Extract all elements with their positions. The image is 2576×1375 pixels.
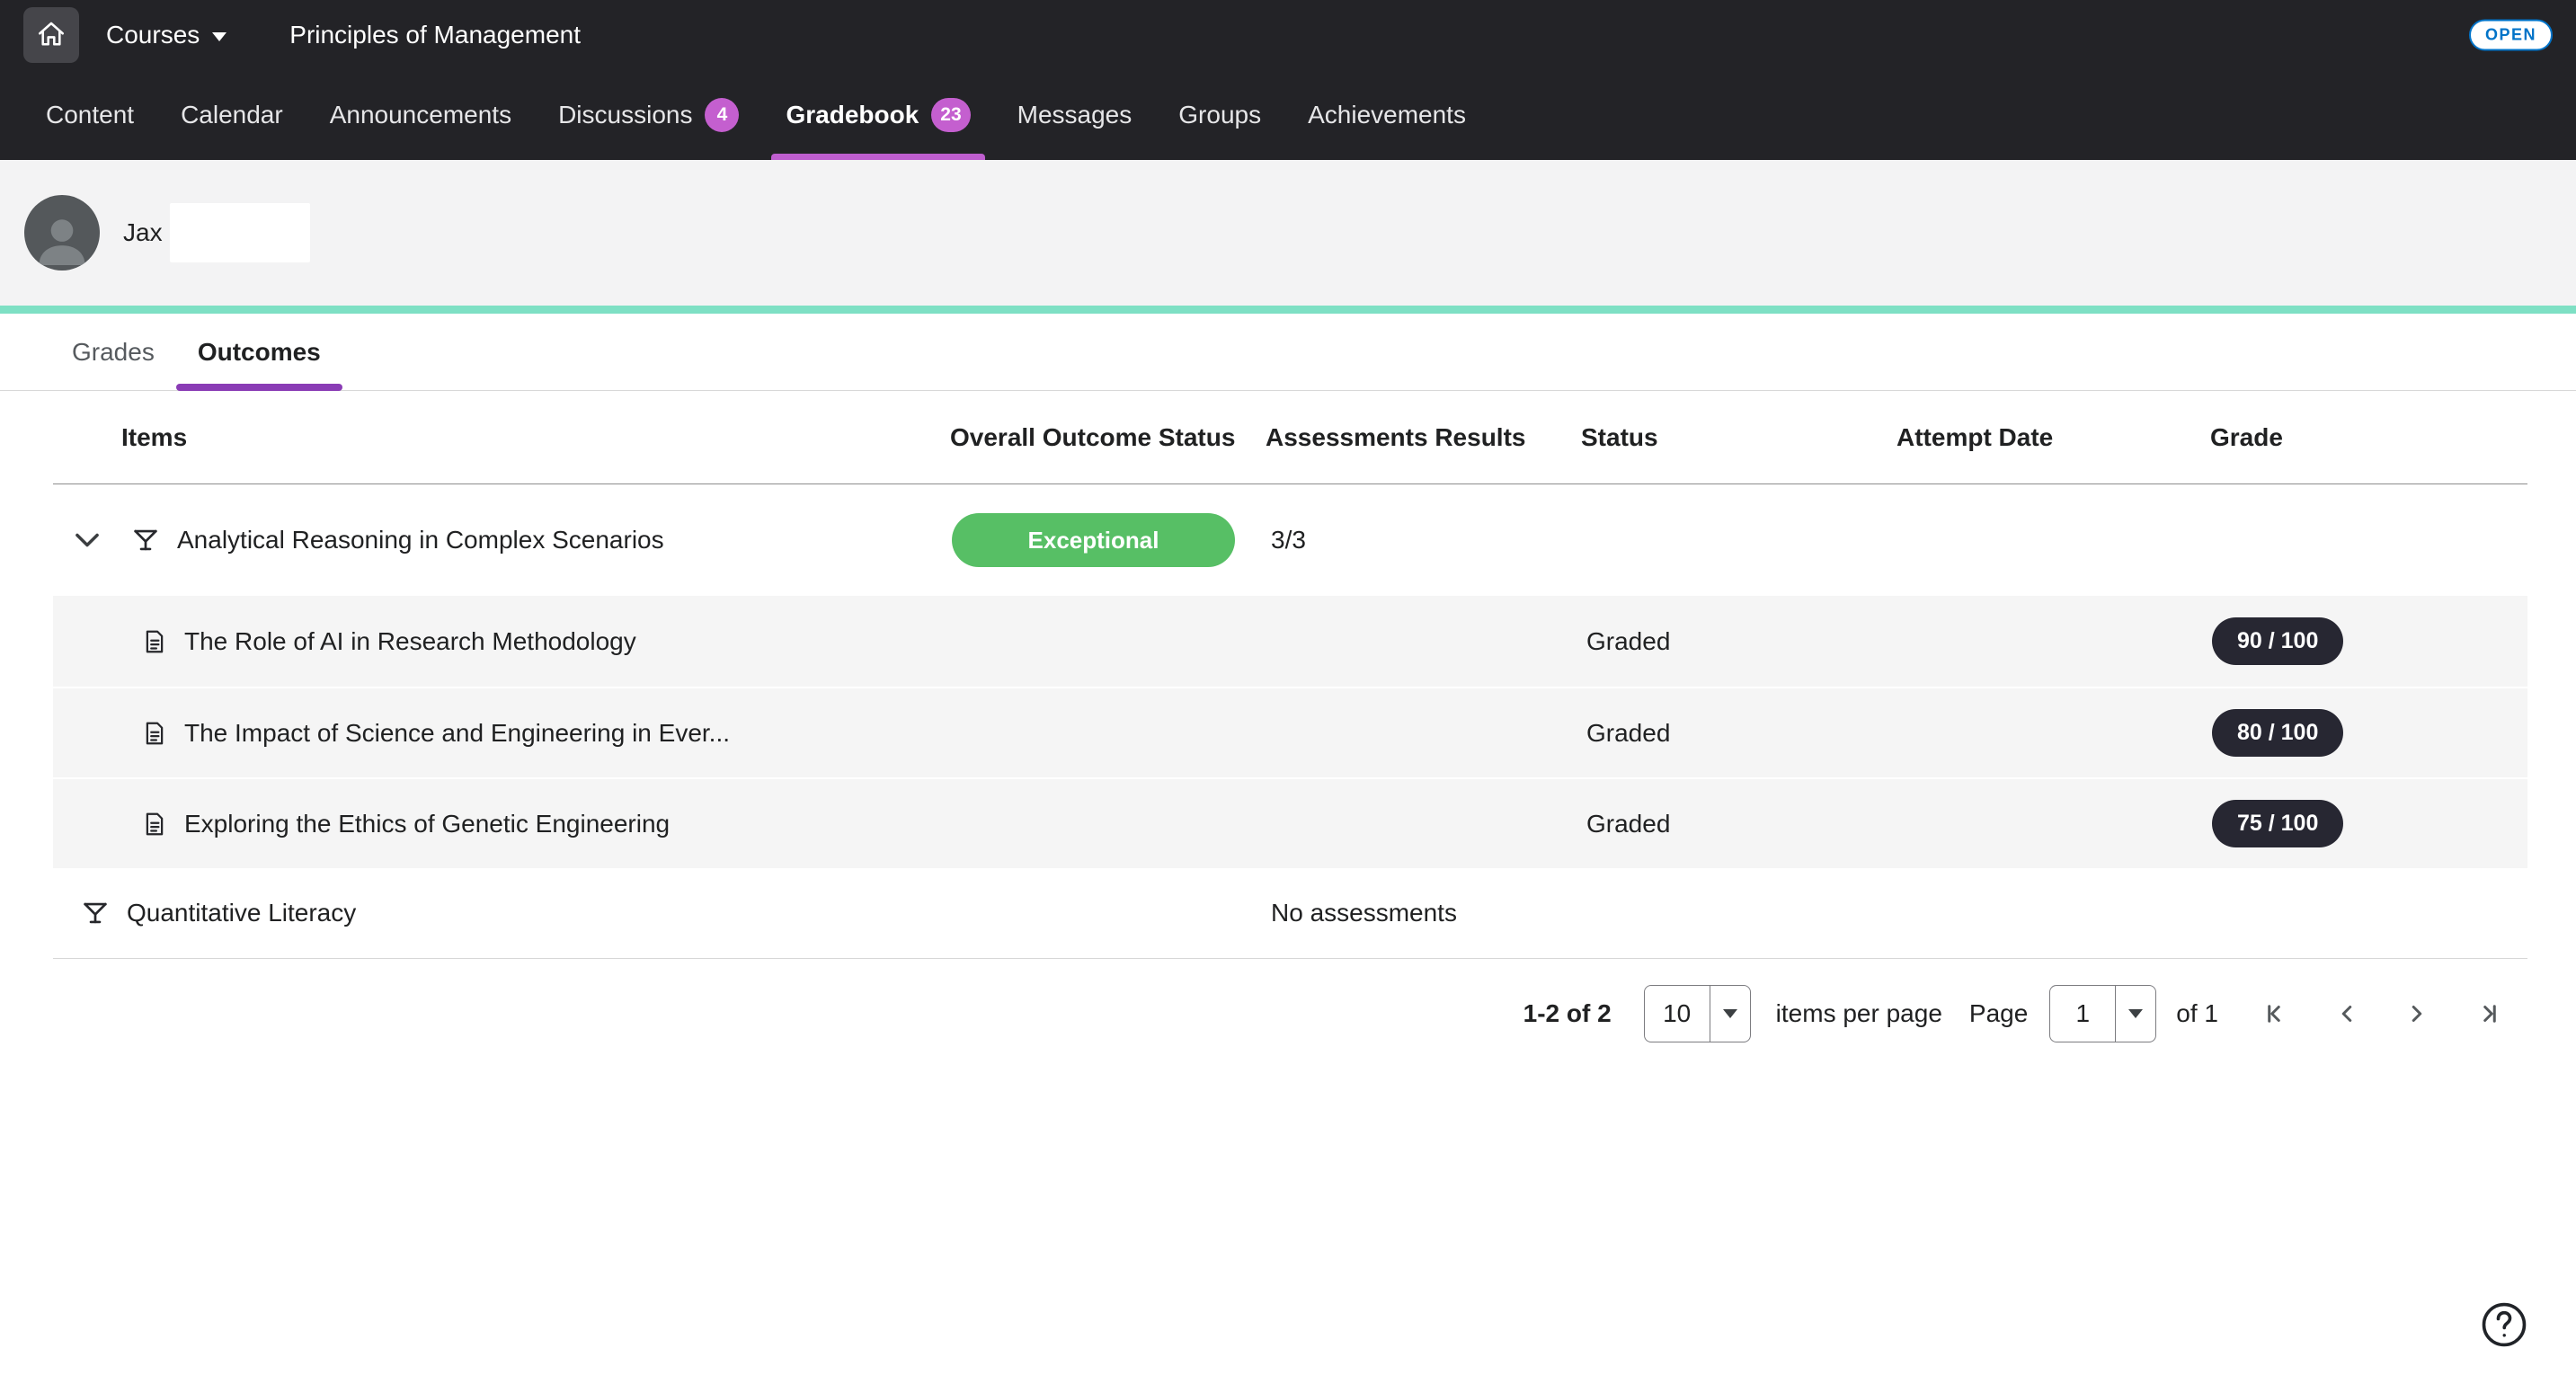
outcome-icon xyxy=(80,898,111,928)
assessment-row: The Impact of Science and Engineering in… xyxy=(53,687,2527,777)
student-first-name: Jax xyxy=(123,218,163,247)
assessment-row: The Role of AI in Research Methodology G… xyxy=(53,596,2527,687)
pagination-range: 1-2 of 2 xyxy=(1523,999,1612,1028)
gradebook-tabs: Grades Outcomes xyxy=(0,314,2576,391)
assessment-status: Graded xyxy=(1581,810,1896,838)
courses-dropdown[interactable]: Courses xyxy=(106,21,227,49)
overall-status-badge: Exceptional xyxy=(952,513,1235,567)
last-page-icon xyxy=(2471,998,2503,1030)
document-icon xyxy=(141,626,168,657)
header-grade: Grade xyxy=(2210,423,2527,452)
tab-grades[interactable]: Grades xyxy=(50,314,176,390)
tab-outcomes[interactable]: Outcomes xyxy=(176,314,342,390)
grade-badge: 75 / 100 xyxy=(2212,800,2343,847)
header-status: Status xyxy=(1581,423,1896,452)
course-title: Principles of Management xyxy=(289,21,581,49)
document-icon xyxy=(141,718,168,749)
previous-page-icon xyxy=(2331,998,2363,1030)
nav-item-content[interactable]: Content xyxy=(22,70,157,160)
assessment-title: The Impact of Science and Engineering in… xyxy=(184,719,730,748)
person-icon xyxy=(30,206,94,271)
items-per-page-label: items per page xyxy=(1776,999,1942,1028)
previous-page-button[interactable] xyxy=(2326,993,2367,1034)
collapse-chevron-icon[interactable] xyxy=(67,520,107,560)
outcome-icon xyxy=(130,525,161,555)
table-header-row: Items Overall Outcome Status Assessments… xyxy=(53,391,2527,484)
assessment-title: The Role of AI in Research Methodology xyxy=(184,627,636,656)
gradebook-count-badge: 23 xyxy=(931,98,970,132)
chevron-down-icon xyxy=(1723,1009,1737,1018)
nav-item-messages[interactable]: Messages xyxy=(994,70,1156,160)
open-status-badge: OPEN xyxy=(2469,20,2553,51)
last-page-button[interactable] xyxy=(2466,993,2508,1034)
assessment-status: Graded xyxy=(1581,719,1896,748)
redacted-last-name xyxy=(170,203,310,262)
grade-badge: 80 / 100 xyxy=(2212,709,2343,757)
document-icon xyxy=(141,809,168,839)
pagination-bar: 1-2 of 2 10 items per page Page 1 of 1 xyxy=(53,982,2527,1045)
page-label: Page xyxy=(1969,999,2028,1028)
header-items: Items xyxy=(53,423,950,452)
home-icon xyxy=(35,18,67,53)
page-number-select[interactable]: 1 xyxy=(2049,985,2156,1042)
discussions-count-badge: 4 xyxy=(705,98,739,132)
first-page-button[interactable] xyxy=(2256,993,2297,1034)
outcome-title: Analytical Reasoning in Complex Scenario… xyxy=(177,526,664,554)
first-page-icon xyxy=(2261,998,2293,1030)
assessments-results-value: 3/3 xyxy=(1266,526,1581,554)
chevron-down-icon xyxy=(2128,1009,2143,1018)
next-page-button[interactable] xyxy=(2396,993,2438,1034)
teal-accent-bar xyxy=(0,306,2576,314)
course-nav: Content Calendar Announcements Discussio… xyxy=(0,70,2576,160)
courses-label: Courses xyxy=(106,21,200,49)
outcome-row-quantitative-literacy: Quantitative Literacy No assessments xyxy=(53,868,2527,959)
nav-item-achievements[interactable]: Achievements xyxy=(1284,70,1489,160)
help-icon xyxy=(2478,1299,2530,1351)
avatar xyxy=(24,195,100,271)
nav-item-discussions[interactable]: Discussions 4 xyxy=(535,70,762,160)
next-page-icon xyxy=(2401,998,2433,1030)
nav-item-announcements[interactable]: Announcements xyxy=(306,70,535,160)
top-bar: Courses Principles of Management OPEN xyxy=(0,0,2576,70)
items-per-page-select[interactable]: 10 xyxy=(1644,985,1751,1042)
outcome-title: Quantitative Literacy xyxy=(127,899,356,927)
grade-badge: 90 / 100 xyxy=(2212,617,2343,665)
home-button[interactable] xyxy=(23,7,79,63)
nav-item-gradebook[interactable]: Gradebook 23 xyxy=(762,70,993,160)
student-profile-band: Jax xyxy=(0,160,2576,306)
header-overall-outcome-status: Overall Outcome Status xyxy=(950,423,1266,452)
header-assessments-results: Assessments Results xyxy=(1266,423,1581,452)
chevron-down-icon xyxy=(212,32,227,41)
nav-item-calendar[interactable]: Calendar xyxy=(157,70,306,160)
help-button[interactable] xyxy=(2477,1298,2531,1352)
nav-item-groups[interactable]: Groups xyxy=(1155,70,1284,160)
assessment-title: Exploring the Ethics of Genetic Engineer… xyxy=(184,810,670,838)
outcomes-table: Items Overall Outcome Status Assessments… xyxy=(53,391,2527,1045)
page-total-label: of 1 xyxy=(2176,999,2218,1028)
assessments-results-value: No assessments xyxy=(1266,899,1581,927)
outcome-row-analytical-reasoning[interactable]: Analytical Reasoning in Complex Scenario… xyxy=(53,484,2527,596)
assessment-status: Graded xyxy=(1581,627,1896,656)
assessment-row: Exploring the Ethics of Genetic Engineer… xyxy=(53,777,2527,868)
header-attempt-date: Attempt Date xyxy=(1896,423,2210,452)
